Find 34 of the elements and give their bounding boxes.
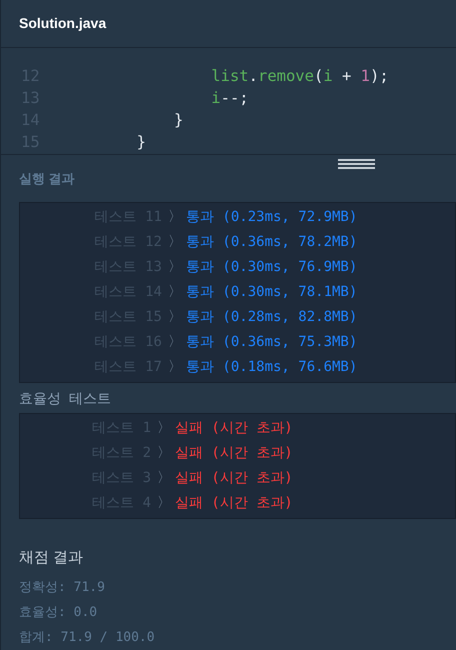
chevron-icon: 〉 xyxy=(168,207,186,228)
test-result: 통과 (0.30ms, 78.1MB) xyxy=(186,283,358,302)
code-line: } xyxy=(172,110,184,132)
chevron-icon: 〉 xyxy=(168,232,186,253)
section-heading: 효율성 테스트 xyxy=(19,388,111,408)
chevron-icon: 〉 xyxy=(157,468,175,489)
test-result: 실패 (시간 초과) xyxy=(175,444,293,463)
score-line: 정확성: 71.9 xyxy=(19,578,106,597)
test-result: 통과 (0.23ms, 72.9MB) xyxy=(186,208,358,227)
chevron-icon: 〉 xyxy=(168,257,186,278)
test-result: 통과 (0.36ms, 75.3MB) xyxy=(186,333,358,352)
code-line: i--; xyxy=(210,88,249,110)
file-title: Solution.java xyxy=(19,14,106,33)
test-result: 통과 (0.30ms, 76.9MB) xyxy=(186,258,358,277)
test-result: 실패 (시간 초과) xyxy=(175,469,293,488)
chevron-icon: 〉 xyxy=(157,493,175,514)
code-line: } xyxy=(136,132,146,154)
code-line: list.remove(i + 1); xyxy=(210,66,389,88)
test-result: 실패 (시간 초과) xyxy=(175,419,293,438)
score-line: 효율성: 0.0 xyxy=(19,604,98,622)
chevron-icon: 〉 xyxy=(168,332,186,353)
test-result: 실패 (시간 초과) xyxy=(175,494,293,513)
chevron-icon: 〉 xyxy=(157,418,175,439)
chevron-icon: 〉 xyxy=(168,357,186,378)
chevron-icon: 〉 xyxy=(157,443,175,464)
section-title: 실행 결과 xyxy=(19,170,75,188)
test-result: 통과 (0.28ms, 82.8MB) xyxy=(186,308,358,327)
resize-handle-icon[interactable] xyxy=(338,159,375,169)
chevron-icon: 〉 xyxy=(168,282,186,303)
score-line: 합계: 71.9 / 100.0 xyxy=(19,628,156,647)
chevron-icon: 〉 xyxy=(168,307,186,328)
test-result: 통과 (0.36ms, 78.2MB) xyxy=(186,233,358,252)
test-result: 통과 (0.18ms, 76.6MB) xyxy=(186,358,358,377)
score-title: 채점 결과 xyxy=(19,548,84,568)
